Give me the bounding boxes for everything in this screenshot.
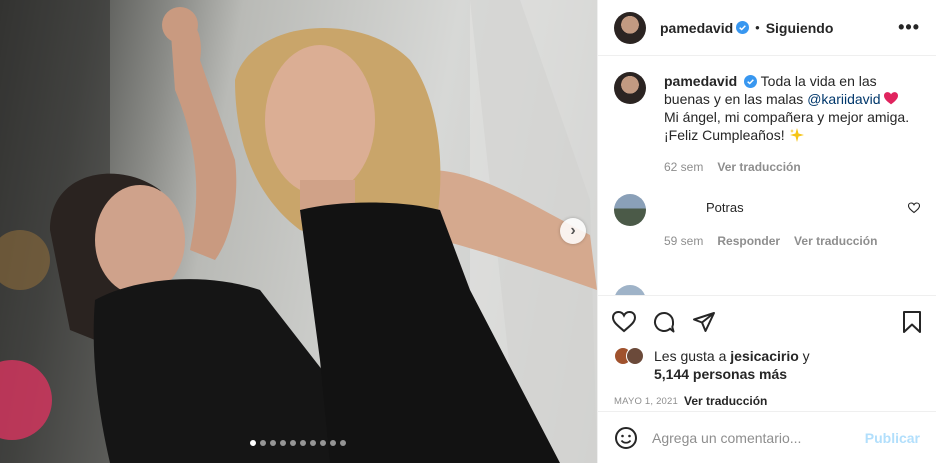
- comment-text: Potras: [706, 200, 744, 215]
- carousel-dot: [270, 440, 276, 446]
- next-commenter-avatar[interactable]: [614, 285, 646, 295]
- next-slide-button[interactable]: ›: [560, 218, 586, 244]
- carousel-dots: [250, 440, 346, 446]
- carousel-dot: [340, 440, 346, 446]
- likes-connector: y: [802, 348, 810, 364]
- comment-time: 59 sem: [664, 234, 704, 248]
- more-icon[interactable]: •••: [898, 17, 920, 38]
- caption-time: 62 sem: [664, 160, 704, 174]
- verified-icon: [744, 75, 758, 88]
- comments-section: pamedavid Toda la vida en las buenas y e…: [598, 56, 936, 295]
- likes-prefix: Les gusta a: [654, 348, 727, 364]
- bookmark-icon[interactable]: [902, 310, 922, 333]
- carousel-dot: [320, 440, 326, 446]
- date-translate-link[interactable]: Ver traducción: [684, 394, 767, 408]
- author-avatar[interactable]: [614, 11, 646, 44]
- post-view: › pamedavid • Siguiendo ••• pamedavid To…: [0, 0, 936, 463]
- share-icon[interactable]: [692, 310, 716, 334]
- red-heart-emoji-icon: [884, 92, 899, 105]
- carousel-dot: [330, 440, 336, 446]
- post-date: MAYO 1, 2021: [614, 395, 679, 407]
- caption-text-2: Mi ángel, mi compañera y mejor amiga. ¡F…: [664, 109, 910, 143]
- carousel-dot: [300, 440, 306, 446]
- commenter-avatar[interactable]: [614, 194, 646, 226]
- header-separator: •: [755, 20, 760, 35]
- comment-meta: 59 sem Responder Ver traducción: [664, 234, 920, 248]
- heart-icon[interactable]: [612, 310, 636, 333]
- caption-meta: 62 sem Ver traducción: [664, 158, 920, 176]
- likes-text: Les gusta a jesicacirio y 5,144 personas…: [654, 347, 810, 383]
- caption: pamedavid Toda la vida en las buenas y e…: [614, 72, 920, 176]
- caption-translate-link[interactable]: Ver traducción: [717, 158, 800, 176]
- comment-reply-button[interactable]: Responder: [717, 234, 780, 248]
- caption-body: pamedavid Toda la vida en las buenas y e…: [664, 72, 920, 176]
- comment-icon[interactable]: [652, 310, 676, 334]
- carousel-dot: [280, 440, 286, 446]
- liker-avatar: [626, 347, 644, 365]
- date-row: MAYO 1, 2021 Ver traducción: [598, 391, 936, 411]
- following-button[interactable]: Siguiendo: [766, 20, 834, 36]
- carousel-dot: [260, 440, 266, 446]
- verified-icon: [736, 21, 750, 34]
- sparkle-emoji-icon: [789, 128, 804, 142]
- action-bar: [598, 295, 936, 347]
- carousel-dot: [310, 440, 316, 446]
- emoji-icon[interactable]: [614, 426, 638, 450]
- add-comment-bar: Publicar: [598, 411, 936, 463]
- likers-avatars[interactable]: [614, 347, 648, 367]
- comment-like-icon[interactable]: [908, 202, 920, 214]
- comment-translate-link[interactable]: Ver traducción: [794, 234, 877, 248]
- caption-avatar[interactable]: [614, 72, 646, 104]
- post-header: pamedavid • Siguiendo •••: [598, 0, 936, 56]
- carousel-dot: [250, 440, 256, 446]
- caption-mention[interactable]: @kariidavid: [807, 91, 880, 107]
- author-username[interactable]: pamedavid: [660, 20, 733, 36]
- carousel-dot: [290, 440, 296, 446]
- post-side-panel: pamedavid • Siguiendo ••• pamedavid Toda…: [597, 0, 936, 463]
- likes-row: Les gusta a jesicacirio y 5,144 personas…: [598, 347, 936, 387]
- publish-button[interactable]: Publicar: [865, 430, 920, 446]
- comment-item: Potras: [614, 194, 920, 226]
- comment-input[interactable]: [652, 429, 865, 446]
- likes-others[interactable]: 5,144 personas más: [654, 366, 787, 382]
- post-photo[interactable]: ›: [0, 0, 597, 463]
- likes-user[interactable]: jesicacirio: [730, 348, 799, 364]
- caption-username[interactable]: pamedavid: [664, 73, 737, 89]
- photo-illustration: [0, 0, 597, 463]
- chevron-right-icon: ›: [570, 222, 576, 239]
